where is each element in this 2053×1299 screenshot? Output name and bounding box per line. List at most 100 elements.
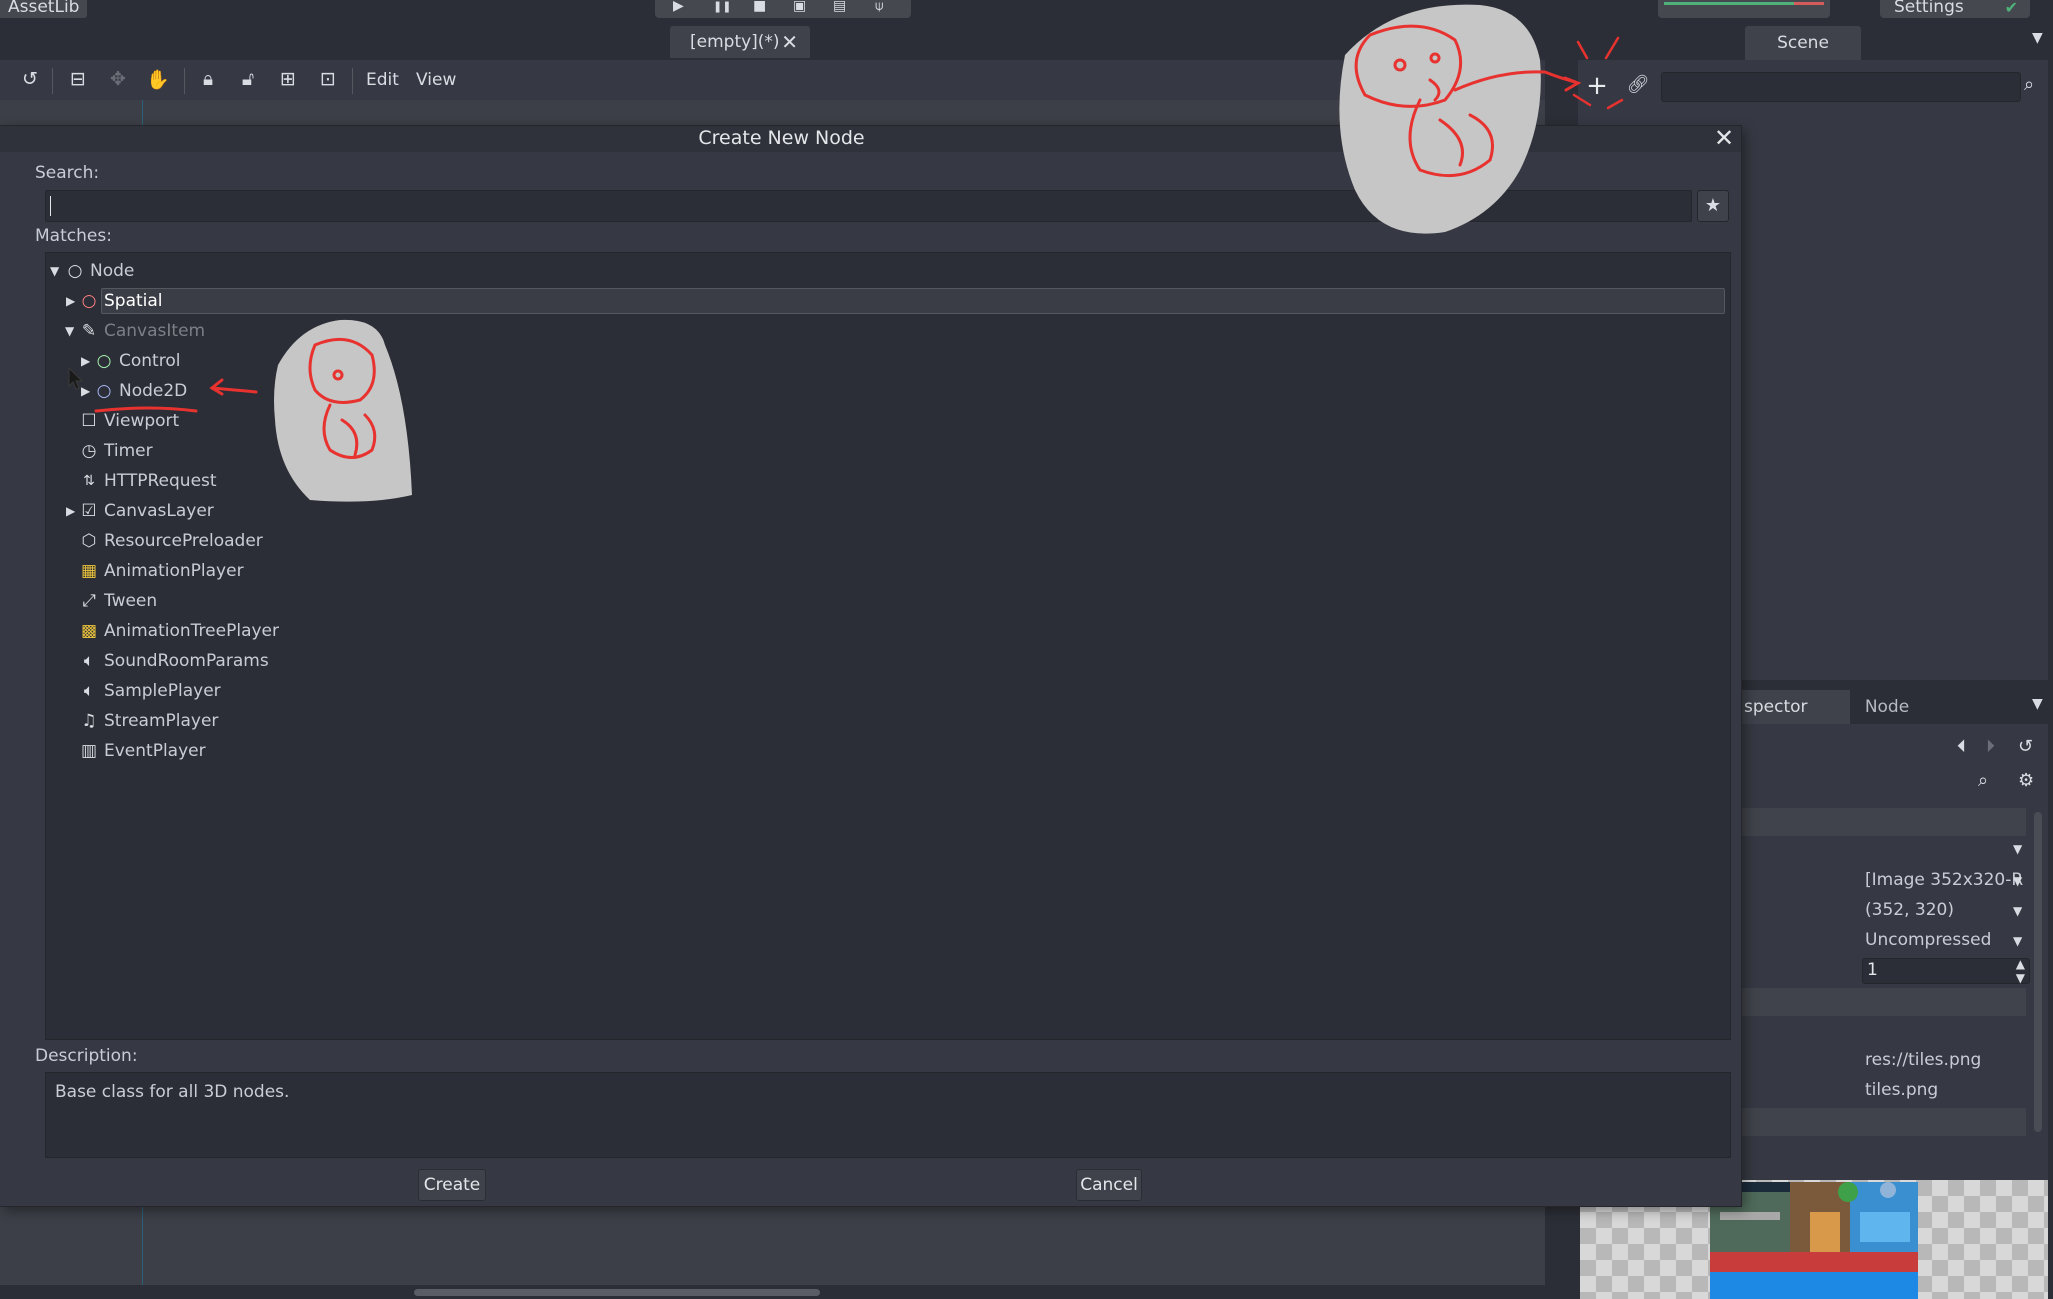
collapsed-arrow-icon[interactable]: ▶ bbox=[66, 497, 75, 525]
description-box bbox=[45, 1072, 1731, 1158]
pencil-icon: ✎ bbox=[81, 321, 97, 341]
tree-row-label: HTTPRequest bbox=[104, 471, 217, 491]
tree-row-label: SoundRoomParams bbox=[104, 651, 269, 671]
gear-icon[interactable]: ⚙ bbox=[2018, 770, 2034, 791]
expand-arrow-icon[interactable]: ▼ bbox=[50, 257, 59, 285]
select-mode-icon[interactable]: ⊟ bbox=[66, 68, 90, 90]
tree-row-label: CanvasLayer bbox=[104, 501, 214, 521]
http-icon: ⇅ bbox=[83, 473, 95, 489]
scene-tab[interactable]: [empty](*) ✕ bbox=[670, 26, 810, 58]
undo-icon[interactable]: ↺ bbox=[18, 68, 42, 90]
check-icon: ✔ bbox=[2004, 0, 2018, 17]
favorite-star-icon[interactable]: ★ bbox=[1697, 190, 1729, 222]
move-mode-icon[interactable]: ✥ bbox=[106, 68, 130, 90]
lock-icon[interactable]: 🔒︎ bbox=[196, 68, 220, 90]
speaker-icon: 🔈︎ bbox=[83, 651, 95, 671]
tab-scene[interactable]: Scene bbox=[1745, 26, 1861, 60]
music-note-icon: ♫ bbox=[81, 711, 97, 731]
anim-tree-icon: ▩ bbox=[80, 621, 98, 641]
inspector-image-value[interactable]: [Image 352x320-R bbox=[1865, 870, 2023, 890]
back-icon[interactable]: ⏴ bbox=[1957, 736, 1966, 757]
ungroup-icon[interactable]: ⊡ bbox=[316, 68, 340, 90]
dialog-title: Create New Node bbox=[698, 127, 865, 149]
play-custom-icon[interactable]: ▤ bbox=[833, 0, 846, 14]
chevron-down-icon[interactable]: ▼ bbox=[2013, 842, 2022, 856]
tree-row-label: CanvasItem bbox=[104, 321, 206, 341]
tree-row-label: Timer bbox=[104, 441, 153, 461]
cancel-button[interactable]: Cancel bbox=[1076, 1169, 1142, 1201]
tree-row-label: Tween bbox=[104, 591, 158, 611]
canvas-layer-icon: ☑ bbox=[81, 501, 97, 521]
description-text: Base class for all 3D nodes. bbox=[55, 1082, 290, 1102]
history-icon[interactable]: ↺ bbox=[2018, 736, 2033, 757]
inspector-spinbox[interactable]: 1 ▲ ▼ bbox=[1862, 957, 2030, 985]
search-input[interactable] bbox=[45, 190, 1692, 222]
collapsed-arrow-icon[interactable]: ▶ bbox=[66, 287, 75, 315]
close-tab-icon[interactable]: ✕ bbox=[781, 26, 798, 58]
play-icon[interactable]: ▶ bbox=[673, 0, 684, 14]
circle-icon: ○ bbox=[96, 351, 112, 371]
spinbox-value: 1 bbox=[1867, 960, 1878, 980]
link-icon[interactable]: 🔗︎ bbox=[1623, 74, 1653, 104]
square-icon: ☐ bbox=[81, 411, 97, 431]
chevron-down-icon[interactable]: ▼ bbox=[2013, 934, 2022, 948]
settings-button[interactable]: Settings ✔ bbox=[1880, 0, 2030, 18]
piano-icon: ▥ bbox=[80, 741, 98, 761]
unlock-icon[interactable]: 🔓︎ bbox=[236, 68, 260, 90]
speaker-icon: 🔈︎ bbox=[83, 681, 95, 701]
search-icon[interactable]: ⌕ bbox=[1978, 770, 1988, 791]
circle-icon: ○ bbox=[67, 261, 83, 281]
chevron-down-icon[interactable]: ▼ bbox=[2013, 904, 2022, 918]
tree-row-label: ResourcePreloader bbox=[104, 531, 263, 551]
tree-row-label: Viewport bbox=[104, 411, 180, 431]
tree-row-label: Control bbox=[119, 351, 181, 371]
scene-filter-input[interactable] bbox=[1661, 72, 2021, 102]
add-node-button[interactable]: + bbox=[1582, 72, 1612, 102]
expand-arrow-icon[interactable]: ▼ bbox=[65, 317, 74, 345]
spinbox-arrows-icon[interactable]: ▲ ▼ bbox=[2016, 957, 2025, 985]
play-scene-icon[interactable]: ▣ bbox=[793, 0, 806, 14]
edit-menu[interactable]: Edit bbox=[366, 70, 399, 90]
tab-node[interactable]: Node bbox=[1842, 690, 1932, 724]
circle-icon: ○ bbox=[96, 381, 112, 401]
inspector-name-value[interactable]: tiles.png bbox=[1865, 1080, 1938, 1100]
inspector-section-header bbox=[1742, 988, 2026, 1016]
stop-icon[interactable]: ■ bbox=[753, 0, 766, 14]
tab-inspector[interactable]: spector bbox=[1742, 690, 1850, 724]
tree-row-label: AnimationTreePlayer bbox=[104, 621, 279, 641]
search-label: Search: bbox=[35, 163, 100, 183]
chevron-down-icon[interactable]: ▼ bbox=[2013, 874, 2022, 888]
film-icon: ▦ bbox=[80, 561, 98, 581]
inspector-section-header bbox=[1742, 1108, 2026, 1136]
tree-row-label: Spatial bbox=[104, 291, 163, 311]
viewport-hscroll[interactable] bbox=[0, 1285, 1545, 1299]
inspector-storage-value[interactable]: Uncompressed bbox=[1865, 930, 1991, 950]
tree-row-label: EventPlayer bbox=[104, 741, 206, 761]
selection-highlight bbox=[101, 288, 1725, 314]
tree-row-label: StreamPlayer bbox=[104, 711, 219, 731]
view-menu[interactable]: View bbox=[416, 70, 456, 90]
performance-meter bbox=[1658, 0, 1830, 18]
inspector-size-value[interactable]: (352, 320) bbox=[1865, 900, 1954, 920]
settings-label: Settings bbox=[1894, 0, 1964, 17]
pause-icon[interactable]: ❚❚ bbox=[713, 0, 731, 13]
assetlib-tab[interactable]: AssetLib bbox=[0, 0, 88, 18]
pan-mode-icon[interactable]: ✋ bbox=[146, 68, 170, 91]
dock-menu-icon[interactable]: ▼ bbox=[2032, 30, 2043, 46]
inspector-menu-icon[interactable]: ▼ bbox=[2032, 696, 2043, 712]
node-type-tree bbox=[45, 252, 1731, 1040]
tween-icon: ⤢ bbox=[82, 591, 96, 611]
group-icon[interactable]: ⊞ bbox=[276, 68, 300, 90]
description-label: Description: bbox=[35, 1046, 138, 1066]
inspector-path-value[interactable]: res://tiles.png bbox=[1865, 1050, 1981, 1070]
deploy-icon[interactable]: ⍦ bbox=[875, 0, 883, 14]
hscroll-thumb[interactable] bbox=[414, 1289, 820, 1296]
canvas-toolbar: ↺ ⊟ ✥ ✋ 🔒︎ 🔓︎ ⊞ ⊡ Edit View bbox=[0, 60, 1573, 100]
close-icon[interactable]: ✕ bbox=[1710, 124, 1738, 152]
tree-row-label: SamplePlayer bbox=[104, 681, 221, 701]
create-button[interactable]: Create bbox=[418, 1169, 486, 1201]
forward-icon[interactable]: ⏵ bbox=[1986, 736, 1995, 757]
inspector-scrollbar[interactable] bbox=[2034, 812, 2042, 1132]
tree-row-label: AnimationPlayer bbox=[104, 561, 244, 581]
scene-tab-label: [empty](*) bbox=[690, 32, 780, 52]
